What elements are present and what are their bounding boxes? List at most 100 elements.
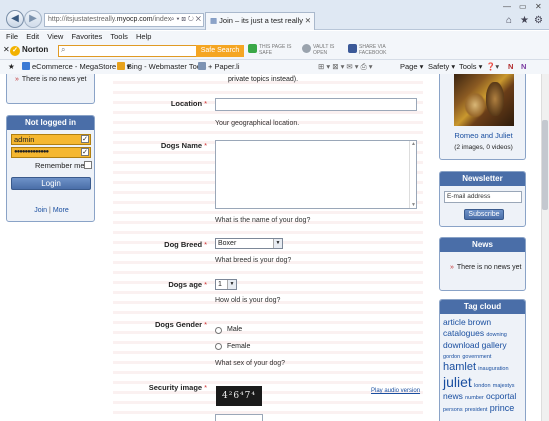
login-button[interactable]: Login [11,177,91,190]
command-icons-left[interactable]: ⊞ ▾ ⊠ ▾ ✉ ▾ ⎙ ▾ [318,62,373,72]
textarea-scrollbar[interactable]: ▲ ▼ [409,141,416,208]
captcha-image: 4²6⁴7⁴ [216,386,262,406]
tag-link[interactable]: prince [490,403,515,413]
tag-link[interactable]: juliet [443,374,472,390]
menu-bar: File Edit View Favorites Tools Help [0,31,549,42]
page-safe-badge[interactable]: THIS PAGE IS SAFE [248,44,291,56]
left-news-text: » There is no news yet [15,75,91,84]
tag-link[interactable]: gallery [482,340,507,350]
favorite-megastore[interactable]: eCommerce - MegaStore ... ▾ [22,62,130,71]
scroll-up-icon[interactable]: ▲ [411,141,416,147]
password-check-icon: ✓ [81,148,89,156]
menu-view[interactable]: View [47,31,63,42]
dog-breed-select[interactable]: Boxer ▼ [215,238,283,249]
tag-link[interactable]: brown [468,317,491,327]
tag-link[interactable]: majestys [493,383,515,389]
paperli-icon [198,62,206,70]
required-mark: * [204,99,207,108]
page-scrollbar-thumb[interactable] [542,120,548,210]
command-tools[interactable]: Tools ▾ [459,62,482,71]
menu-help[interactable]: Help [136,31,151,42]
menu-edit[interactable]: Edit [26,31,39,42]
share-facebook-badge[interactable]: SHARE VIA FACEBOOK [348,44,387,56]
tag-link[interactable]: news [443,391,463,401]
menu-favorites[interactable]: Favorites [71,31,102,42]
settings-gear-icon[interactable]: ⚙ [534,15,543,26]
dogs-age-label: Dogs age * [113,280,207,289]
tag-link[interactable]: inauguration [478,366,508,372]
address-icons[interactable]: ⌕ ▾ ⊠ ↻ ✕ [171,14,201,26]
forward-button[interactable]: ▶ [24,10,42,28]
location-label: Location * [113,99,207,108]
back-button[interactable]: ◀ [6,10,24,28]
maximize-icon[interactable]: ▭ [519,2,527,11]
vault-badge[interactable]: VAULT IS OPEN [302,44,334,56]
dogs-age-select[interactable]: 1 ▼ [215,279,237,290]
dog-breed-label: Dog Breed * [113,240,207,249]
dogs-gender-label: Dogs Gender * [113,320,207,329]
tag-link[interactable]: london [474,383,491,389]
right-news-title: News [440,238,525,252]
safe-search-button[interactable]: Safe Search [196,45,244,57]
newsletter-email-input[interactable]: E-mail address [444,191,522,203]
more-link[interactable]: More [53,207,69,214]
close-toolbar-icon[interactable]: ✕ [3,45,10,54]
tag-link[interactable]: hamlet [443,361,476,373]
dog-breed-label-text: Dog Breed [164,240,203,249]
menu-tools[interactable]: Tools [110,31,128,42]
command-page[interactable]: Page ▾ [400,62,423,71]
bullet-icon: » [450,264,454,271]
tag-link[interactable]: president [465,407,488,413]
gallery-thumbnail[interactable] [454,74,514,126]
password-field[interactable]: ●●●●●●●●●●●●● ✓ [11,147,91,158]
tag-link[interactable]: government [462,354,491,360]
command-safety[interactable]: Safety ▾ [428,62,455,71]
tab-join[interactable]: ▦ Join – its just a test really ✕ [205,12,315,30]
play-audio-link[interactable]: Play audio version [371,388,420,394]
right-news-text: » There is no news yet [450,263,522,272]
subscribe-button[interactable]: Subscribe [464,209,504,220]
favorite-paperli[interactable]: + Paper.li [198,62,240,71]
login-panel-title: Not logged in [7,116,94,130]
home-icon[interactable]: ⌂ [506,15,512,26]
tag-link[interactable]: article [443,317,466,327]
username-field[interactable]: admin ✓ [11,134,91,145]
gallery-panel: Romeo and Juliet (2 images, 0 videos) [439,74,526,160]
join-link[interactable]: Join [34,207,47,214]
favorites-star-add-icon[interactable]: ★ [8,62,15,71]
required-mark: * [204,141,207,150]
vault-icon [302,44,311,53]
megastore-icon [22,62,30,70]
link-separator: | [49,207,51,214]
onenote-icon[interactable]: N [508,62,513,71]
gallery-caption-link[interactable]: Romeo and Juliet [440,131,527,140]
favorite-bing[interactable]: Bing - Webmaster Tools [117,62,206,71]
dogs-name-label-text: Dogs Name [160,141,203,150]
location-input[interactable] [215,98,417,111]
tag-link[interactable]: ocportal [486,391,516,401]
tag-link[interactable]: number [465,395,484,401]
scroll-down-icon[interactable]: ▼ [411,202,416,208]
favorites-star-icon[interactable]: ★ [520,15,529,26]
tag-link[interactable]: catalogues [443,328,484,338]
menu-file[interactable]: File [6,31,18,42]
close-window-icon[interactable]: ✕ [535,2,542,11]
norton-toolbar: ✕ ✓ Norton ⌕ Safe Search THIS PAGE IS SAFE… [0,42,549,60]
tag-link[interactable]: downing [486,332,507,338]
tag-link[interactable]: gordon [443,354,460,360]
minimize-icon[interactable]: — [503,2,511,11]
addon-icon[interactable]: N [521,62,526,71]
address-bar[interactable]: http://itsjustatestreally.myocp.com/inde… [44,13,204,27]
command-page-label: Page [400,62,418,71]
gender-male-radio[interactable] [215,327,222,334]
close-tab-icon[interactable]: ✕ [305,13,311,29]
gender-female-radio[interactable] [215,343,222,350]
captcha-input[interactable] [215,414,263,421]
share-badge-line2: FACEBOOK [359,50,387,56]
command-help-icon[interactable]: ❓▾ [486,62,499,71]
tag-link[interactable]: persons [443,407,463,413]
remember-me-checkbox[interactable] [84,161,92,169]
tag-link[interactable]: download [443,340,479,350]
dogs-name-textarea[interactable]: ▲ ▼ [215,140,417,209]
safe-badge-line2: SAFE [259,50,273,56]
